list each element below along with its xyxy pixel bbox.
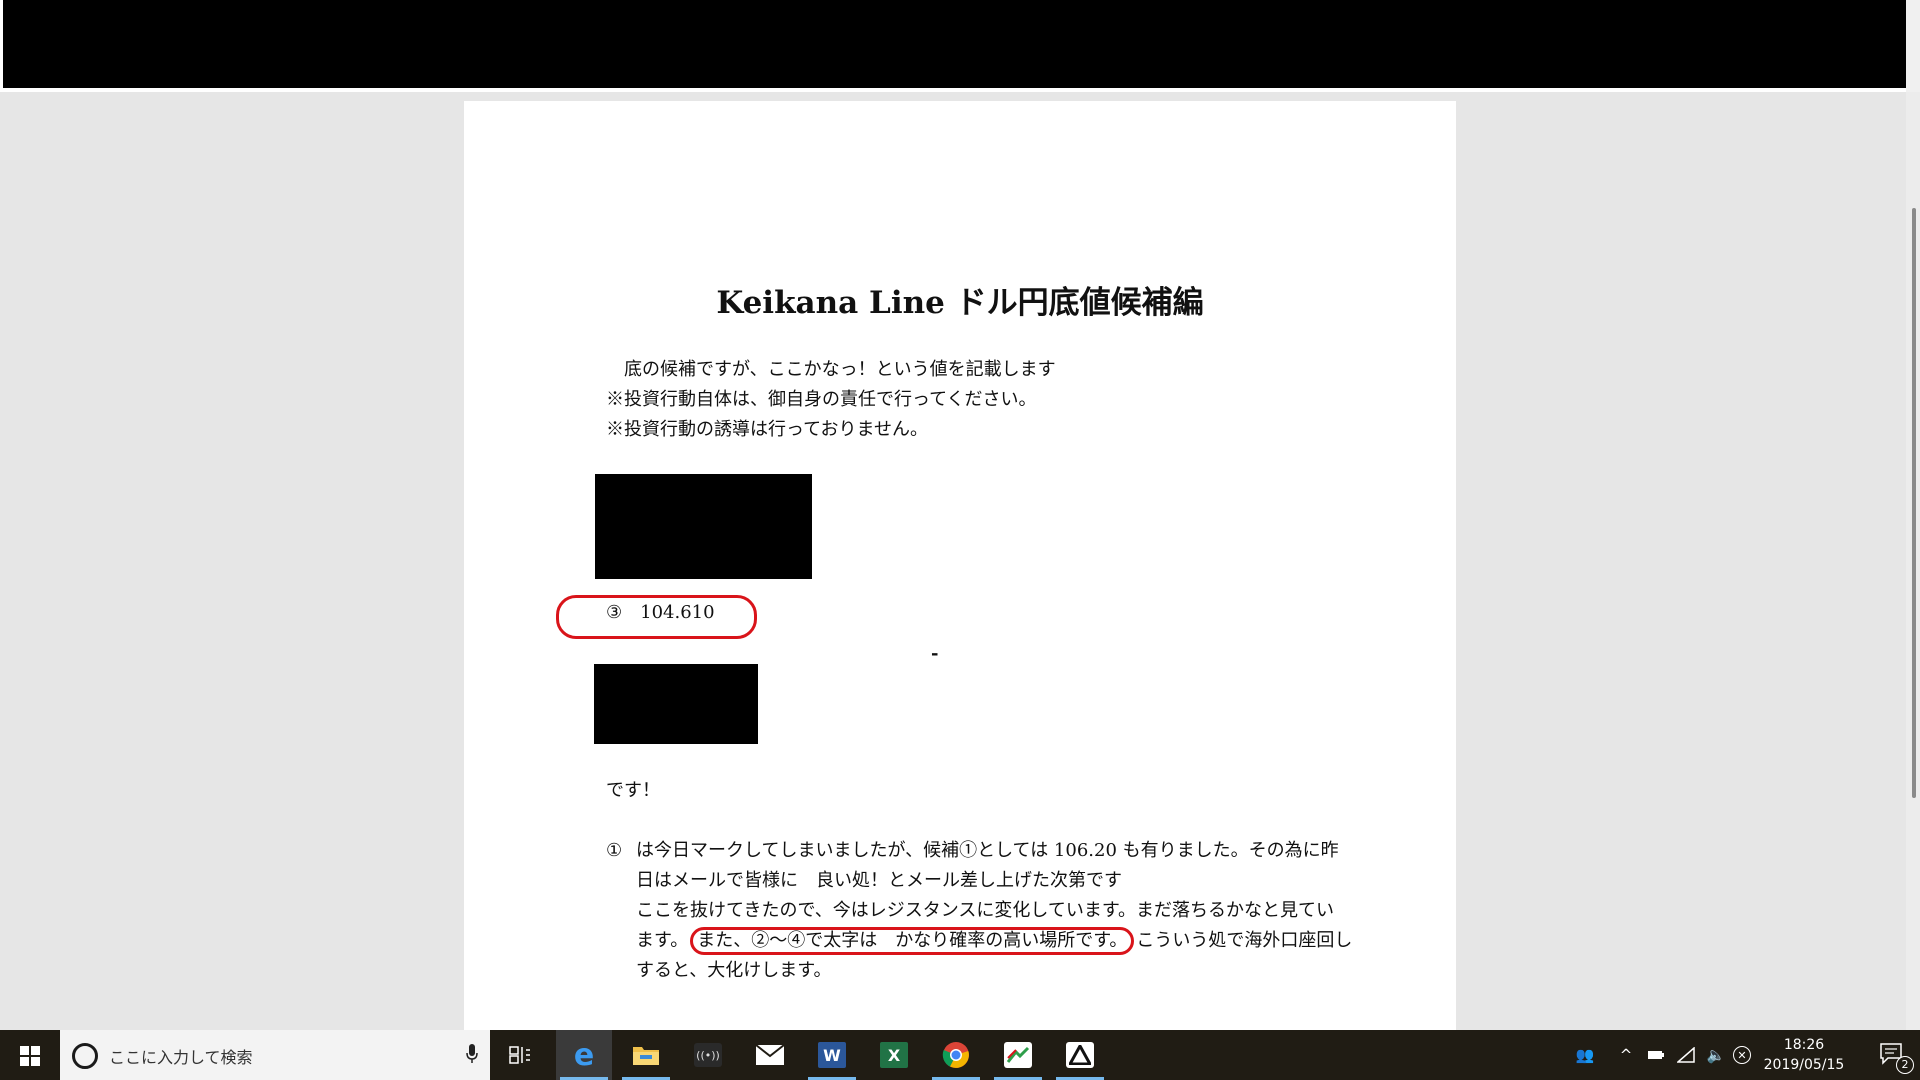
battery-icon: [1648, 1051, 1664, 1059]
note-line-2: 日はメールで皆様に 良い処！とメール差し上げた次第です: [636, 870, 1122, 891]
search-box[interactable]: ここに入力して検索: [60, 1030, 490, 1080]
volume-button[interactable]: 🔈: [1702, 1030, 1730, 1080]
taskbar-mt4-button[interactable]: [1052, 1030, 1108, 1080]
red-underline-annotation: また、②～④で太字は かなり確率の高い場所です。: [690, 927, 1135, 955]
notification-count-badge: 2: [1896, 1056, 1914, 1074]
taskbar: ここに入力して検索 e ((•)) W X 👥 ^ 🔈 ✕ 18:26 2019…: [0, 1030, 1920, 1080]
people-button[interactable]: 👥: [1568, 1030, 1602, 1080]
taskbar-explorer-button[interactable]: [618, 1030, 674, 1080]
redacted-block-bottom: [594, 664, 758, 744]
show-hidden-icons-button[interactable]: ^: [1612, 1030, 1640, 1080]
note-marker: ①: [606, 840, 623, 861]
note-line-4-suffix: こういう処で海外口座回し: [1136, 930, 1353, 951]
redacted-toolbar: [3, 0, 1906, 88]
taskbar-excel-button[interactable]: X: [866, 1030, 922, 1080]
task-view-button[interactable]: [492, 1030, 548, 1080]
redacted-block-top: [595, 474, 812, 579]
microphone-icon[interactable]: [466, 1044, 478, 1064]
trading-app-icon: [1004, 1042, 1032, 1068]
cortana-icon: [72, 1043, 98, 1069]
document-title: Keikana Line ドル円底値候補編: [716, 285, 1204, 321]
taskbar-chrome-button[interactable]: [928, 1030, 984, 1080]
candidate-3-value: ③ 104.610: [606, 602, 715, 623]
note-line-4: ます。 また、②～④で太字は かなり確率の高い場所です。 こういう処で海外口座回し: [636, 926, 1352, 956]
app-title-bar: [0, 0, 1920, 92]
word-icon: W: [818, 1042, 846, 1068]
minus-mark: -: [931, 643, 939, 664]
people-icon: 👥: [1575, 1046, 1595, 1064]
broadcast-app-icon: ((•)): [694, 1043, 722, 1067]
network-button[interactable]: [1672, 1030, 1700, 1080]
window-edge: [1906, 0, 1920, 92]
clock-time: 18:26: [1783, 1037, 1825, 1053]
scrollbar-thumb[interactable]: [1912, 208, 1916, 798]
mt4-icon: [1066, 1042, 1094, 1068]
note-line-4-prefix: ます。: [636, 930, 689, 951]
search-placeholder: ここに入力して検索: [109, 1048, 253, 1067]
speaker-icon: 🔈: [1706, 1046, 1726, 1064]
battery-button[interactable]: [1642, 1030, 1670, 1080]
taskbar-broadcast-button[interactable]: ((•)): [680, 1030, 736, 1080]
intro-line-1: 底の候補ですが、ここかなっ！という値を記載します: [606, 359, 1056, 380]
mail-icon: [755, 1044, 785, 1065]
note-line-1: は今日マークしてしまいましたが、候補①としては 106.20 も有りました。その…: [636, 840, 1339, 861]
taskbar-clock[interactable]: 18:26 2019/05/15: [1742, 1035, 1866, 1075]
task-view-icon: [509, 1046, 530, 1064]
note-line-3: ここを抜けてきたので、今はレジスタンスに変化しています。まだ落ちるかなと見てい: [636, 900, 1335, 921]
chevron-up-icon: ^: [1619, 1046, 1633, 1064]
vertical-scrollbar[interactable]: [1906, 92, 1920, 1030]
taskbar-word-button[interactable]: W: [804, 1030, 860, 1080]
taskbar-mail-button[interactable]: [742, 1030, 798, 1080]
edge-icon: e: [573, 1037, 595, 1073]
excel-icon: X: [880, 1042, 908, 1068]
taskbar-trading-button[interactable]: [990, 1030, 1046, 1080]
clock-date: 2019/05/15: [1763, 1057, 1845, 1073]
chrome-icon: [942, 1042, 969, 1068]
taskbar-edge-button[interactable]: e: [556, 1030, 612, 1080]
windows-logo-icon: [20, 1046, 40, 1066]
intro-line-2: ※投資行動自体は、御自身の責任で行ってください。: [606, 389, 1037, 410]
start-button[interactable]: [0, 1030, 60, 1080]
note-line-5: すると、大化けします。: [636, 960, 832, 981]
document-page: Keikana Line ドル円底値候補編 底の候補ですが、ここかなっ！という値…: [464, 101, 1456, 1030]
file-explorer-icon: [633, 1047, 659, 1065]
action-center-button[interactable]: 2: [1866, 1030, 1920, 1080]
desu-text: です！: [606, 780, 660, 801]
intro-line-3: ※投資行動の誘導は行っておりません。: [606, 419, 929, 440]
wifi-icon: [1677, 1047, 1695, 1063]
